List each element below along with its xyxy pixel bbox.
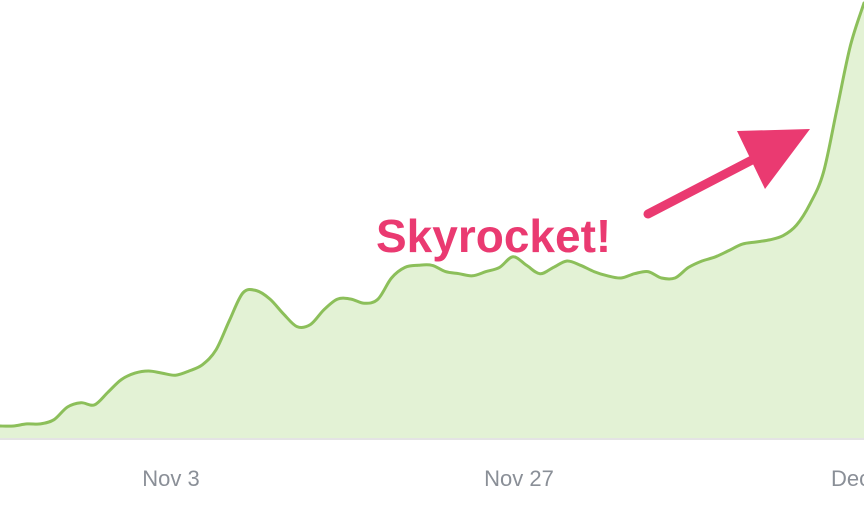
x-tick-label: Nov 27 xyxy=(484,466,554,491)
annotation-text: Skyrocket! xyxy=(376,210,611,262)
x-tick-labels: Nov 3 Nov 27 Dec xyxy=(142,466,864,491)
x-tick-label: Nov 3 xyxy=(142,466,199,491)
arrow-shaft xyxy=(643,155,757,219)
chart: Nov 3 Nov 27 Dec Skyrocket! xyxy=(0,1,864,491)
x-tick-label: Dec xyxy=(831,466,864,491)
